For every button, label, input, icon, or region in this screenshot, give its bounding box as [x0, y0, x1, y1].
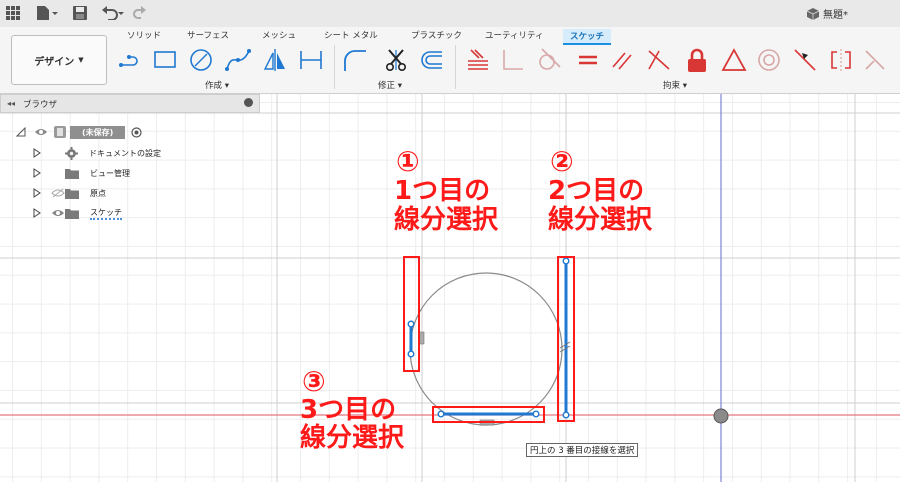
expand-triangle-icon[interactable]: [33, 148, 41, 158]
annotation-2-line2: 線分選択: [548, 205, 653, 235]
browser-title: ブラウザ: [23, 99, 58, 110]
chevron-down-icon: ▼: [78, 56, 84, 64]
midpoint-constraint-icon[interactable]: [792, 47, 818, 73]
eye-icon[interactable]: [51, 208, 65, 218]
group-label-create[interactable]: 作成 ▾: [205, 79, 229, 91]
tab-surface[interactable]: サーフェス: [187, 29, 229, 41]
browser-item-origin[interactable]: 原点: [33, 185, 106, 201]
horizontal-vertical-constraint-icon[interactable]: [646, 47, 672, 73]
spline-tool-icon[interactable]: [225, 47, 251, 73]
rectangle-tool-icon[interactable]: [152, 47, 178, 73]
annotation-3-line2: 線分選択: [300, 423, 405, 453]
annotation-2-number: ②: [550, 145, 574, 178]
tab-plastic[interactable]: プラスチック: [411, 29, 462, 41]
browser-root-row[interactable]: (未保存): [16, 124, 142, 140]
minimize-panel-icon[interactable]: [244, 98, 253, 107]
root-label: (未保存): [70, 125, 126, 139]
collapse-panel-icon[interactable]: ◂◂: [7, 99, 15, 108]
annotation-3-number: ③: [302, 365, 326, 398]
parallel-constraint-icon[interactable]: [610, 47, 636, 73]
triangle-constraint-icon[interactable]: [721, 47, 747, 73]
document-title: 無題*: [823, 10, 848, 21]
folder-icon: [65, 168, 79, 179]
expand-triangle-icon[interactable]: [33, 208, 41, 218]
tab-utilities[interactable]: ユーティリティ: [485, 29, 543, 41]
circle-tool-icon[interactable]: [188, 47, 214, 73]
symmetry-constraint-icon[interactable]: [828, 47, 854, 73]
expand-triangle-icon[interactable]: [33, 188, 41, 198]
component-icon: [54, 126, 66, 138]
tab-solid[interactable]: ソリッド: [127, 29, 161, 41]
folder-icon: [65, 188, 79, 199]
equal-constraint-icon[interactable]: [575, 47, 601, 73]
workspace-label: デザイン: [34, 56, 75, 68]
curvature-constraint-icon[interactable]: [862, 47, 888, 73]
dimension-tool-icon[interactable]: [298, 47, 324, 73]
eye-hidden-icon[interactable]: [51, 188, 65, 198]
activate-radio-icon[interactable]: [131, 126, 142, 138]
mirror-tool-icon[interactable]: [262, 47, 288, 73]
gear-icon: [65, 146, 78, 160]
browser-item-label: スケッチ: [90, 207, 122, 220]
offset-tool-icon[interactable]: [418, 47, 444, 73]
selection-box-3: [432, 406, 545, 423]
annotation-2-line1: 2つ目の: [548, 176, 645, 206]
file-menu-icon[interactable]: [36, 4, 58, 22]
perpendicular-constraint-icon[interactable]: [500, 47, 526, 73]
annotation-2: ② 2つ目の 線分選択: [548, 145, 653, 235]
tab-sheet-metal[interactable]: シート メタル: [324, 29, 378, 41]
sketch-circle[interactable]: [409, 272, 563, 426]
browser-panel: ◂◂ ブラウザ (未保存) ドキュメントの設定 ビュー管理 原点 スケッチ: [0, 94, 262, 234]
selection-box-2: [557, 256, 575, 422]
group-label-modify[interactable]: 修正 ▾: [378, 79, 402, 91]
line-tool-icon[interactable]: [118, 47, 144, 73]
title-bar: 無題*: [0, 0, 900, 28]
browser-item-document-settings[interactable]: ドキュメントの設定: [33, 145, 161, 161]
selection-tooltip: 円上の 3 番目の接線を選択: [526, 443, 639, 457]
tab-sketch[interactable]: スケッチ: [563, 29, 612, 45]
cube-icon: [807, 7, 819, 20]
document-title-area: 無題*: [807, 6, 848, 21]
workspace-switcher-button[interactable]: デザイン ▼: [11, 35, 107, 85]
annotation-3: ③ 3つ目の 線分選択: [300, 365, 405, 453]
annotation-3-line1: 3つ目の: [300, 395, 397, 425]
coincident-constraint-icon[interactable]: [465, 47, 491, 73]
ribbon-toolbar: デザイン ▼ ソリッド サーフェス メッシュ シート メタル プラスチック ユー…: [0, 27, 900, 94]
tangent-constraint-icon[interactable]: [536, 47, 562, 73]
annotation-1: ① 1つ目の 線分選択: [394, 145, 499, 235]
annotation-1-line2: 線分選択: [394, 205, 499, 235]
ribbon-divider: [334, 45, 335, 89]
ribbon-divider: [455, 45, 456, 89]
undo-icon[interactable]: [101, 4, 125, 22]
fix-lock-icon[interactable]: [684, 47, 710, 73]
annotation-1-line1: 1つ目の: [394, 176, 491, 206]
browser-item-label: ドキュメントの設定: [89, 148, 161, 158]
browser-header: ◂◂ ブラウザ: [0, 94, 260, 113]
save-icon[interactable]: [73, 4, 87, 22]
folder-icon: [65, 208, 79, 219]
redo-icon[interactable]: [133, 4, 147, 22]
group-label-constraints[interactable]: 拘束 ▾: [663, 79, 687, 91]
trim-scissors-icon[interactable]: [383, 47, 409, 73]
group-constraints-text: 拘束: [663, 81, 681, 91]
eye-icon[interactable]: [34, 127, 48, 137]
browser-item-named-views[interactable]: ビュー管理: [33, 165, 130, 181]
app-grid-icon[interactable]: [6, 4, 20, 22]
group-modify-text: 修正: [378, 81, 396, 91]
origin-point[interactable]: [713, 408, 729, 424]
fillet-tool-icon[interactable]: [342, 47, 368, 73]
browser-item-label: ビュー管理: [90, 168, 130, 178]
group-create-text: 作成: [205, 81, 223, 91]
tab-mesh[interactable]: メッシュ: [262, 29, 296, 41]
browser-item-sketches[interactable]: スケッチ: [33, 205, 122, 221]
expand-triangle-icon[interactable]: [33, 168, 41, 178]
annotation-1-number: ①: [396, 145, 420, 178]
browser-item-label: 原点: [90, 188, 106, 198]
concentric-constraint-icon[interactable]: [756, 47, 782, 73]
selection-box-1: [403, 256, 420, 372]
expand-triangle-icon[interactable]: [16, 127, 26, 137]
